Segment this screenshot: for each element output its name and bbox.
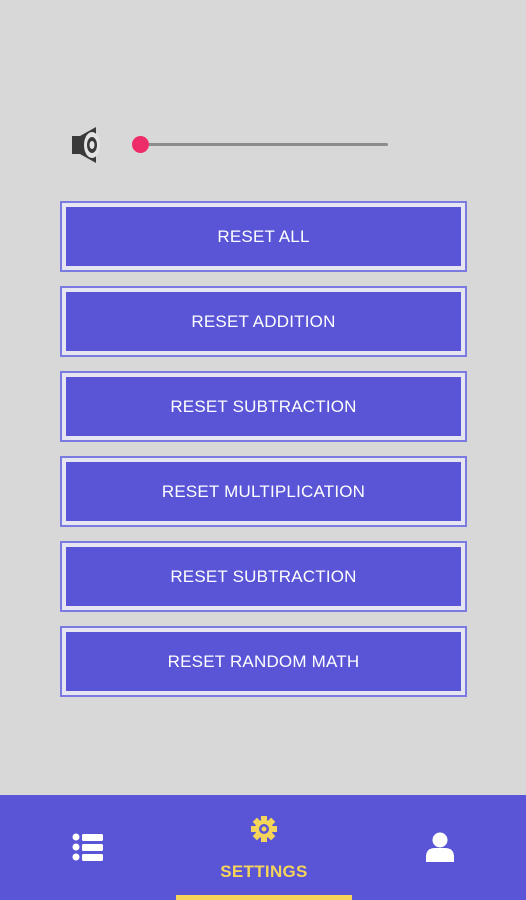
reset-random-math-button[interactable]: RESET RANDOM MATH xyxy=(60,626,467,697)
reset-multiplication-label: RESET MULTIPLICATION xyxy=(66,462,461,521)
reset-addition-button[interactable]: RESET ADDITION xyxy=(60,286,467,357)
gear-icon xyxy=(251,816,277,842)
reset-subtraction-label: RESET SUBTRACTION xyxy=(66,377,461,436)
volume-slider[interactable] xyxy=(132,134,388,154)
reset-subtraction-label-2: RESET SUBTRACTION xyxy=(66,547,461,606)
nav-list-tab[interactable] xyxy=(0,795,176,900)
reset-subtraction-button-2[interactable]: RESET SUBTRACTION xyxy=(60,541,467,612)
reset-all-button[interactable]: RESET ALL xyxy=(60,201,467,272)
nav-settings-tab[interactable]: SETTINGS xyxy=(176,795,352,900)
reset-button-list: RESET ALL RESET ADDITION RESET SUBTRACTI… xyxy=(60,201,467,711)
settings-label: SETTINGS xyxy=(220,862,308,881)
reset-random-math-label: RESET RANDOM MATH xyxy=(66,632,461,691)
active-tab-indicator xyxy=(176,895,352,900)
reset-all-label: RESET ALL xyxy=(66,207,461,266)
slider-track xyxy=(140,143,388,146)
reset-subtraction-button[interactable]: RESET SUBTRACTION xyxy=(60,371,467,442)
nav-profile-tab[interactable] xyxy=(352,795,526,900)
speaker-icon xyxy=(72,127,100,163)
slider-thumb[interactable] xyxy=(132,136,149,153)
reset-multiplication-button[interactable]: RESET MULTIPLICATION xyxy=(60,456,467,527)
reset-addition-label: RESET ADDITION xyxy=(66,292,461,351)
volume-control xyxy=(0,120,526,170)
bottom-nav: SETTINGS xyxy=(0,795,526,900)
list-icon xyxy=(72,833,103,861)
user-icon xyxy=(426,832,454,862)
